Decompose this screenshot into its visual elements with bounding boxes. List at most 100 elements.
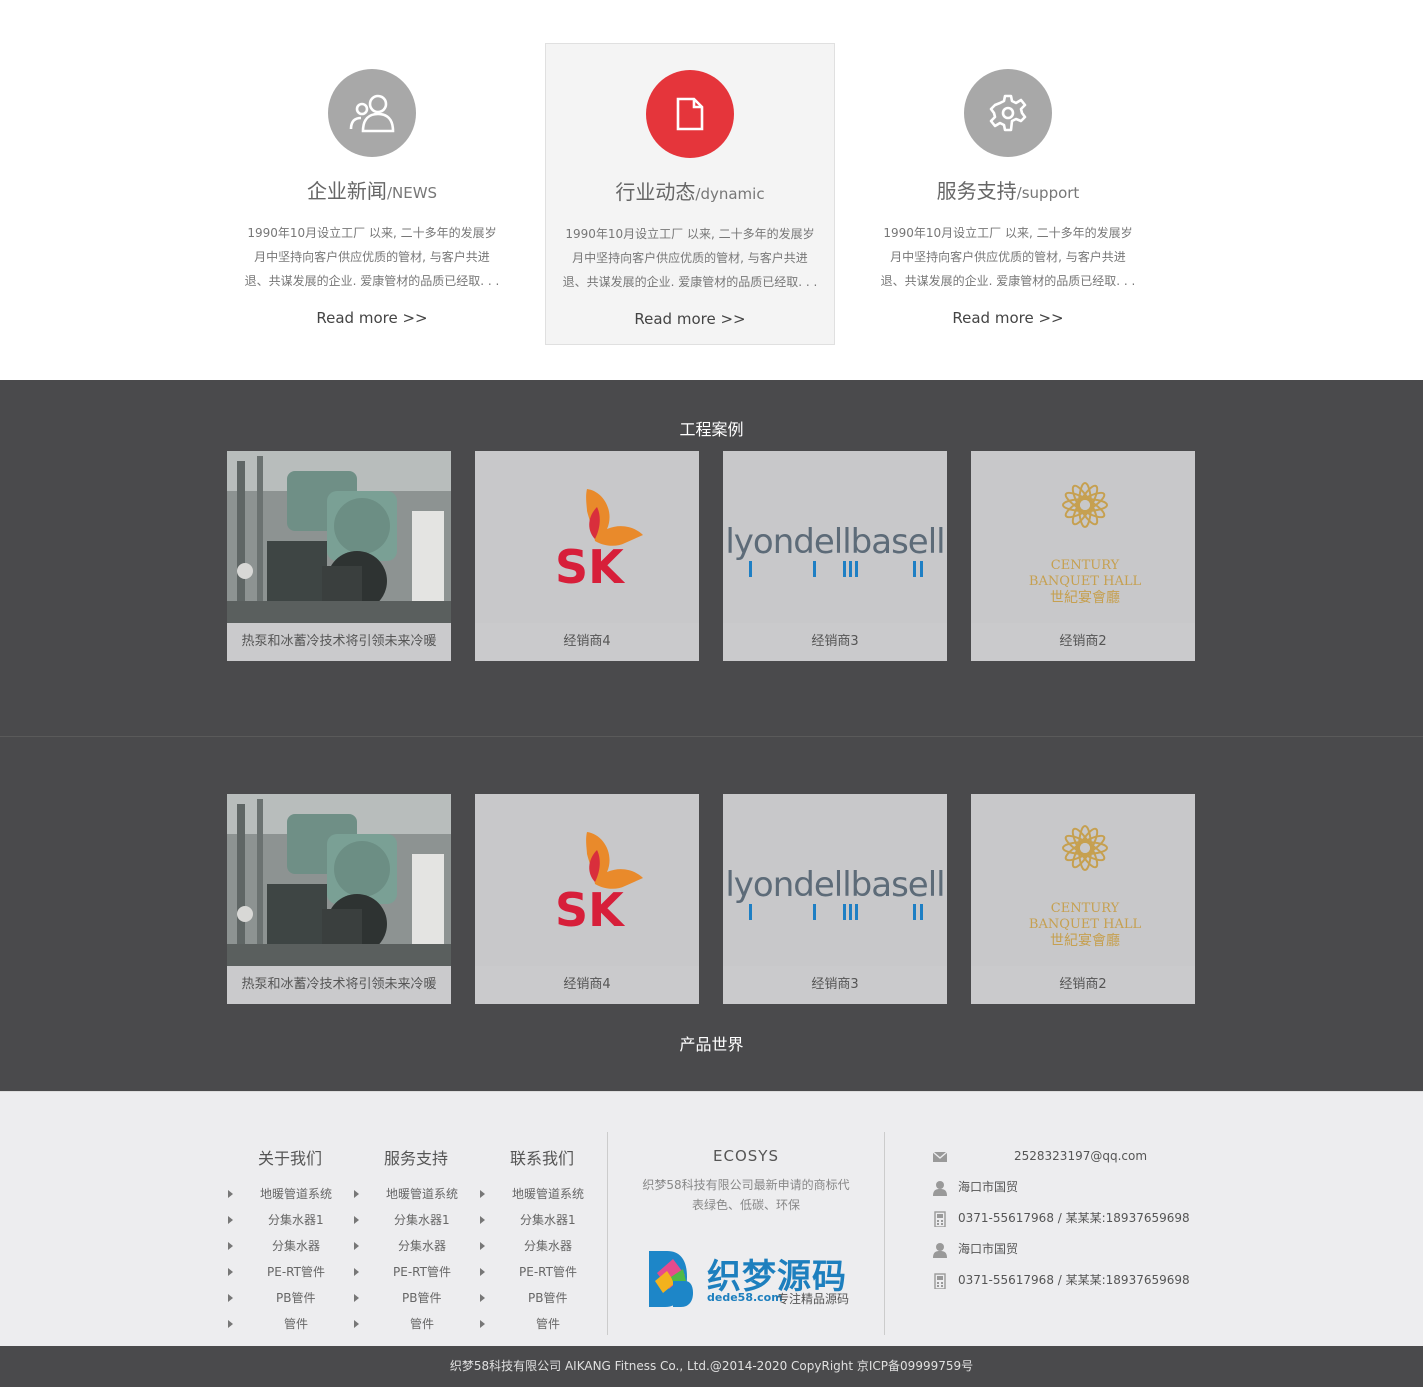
footer-link[interactable]: 分集水器 — [480, 1233, 584, 1259]
banquet-chinese-text: 世紀宴會廳 — [1050, 589, 1120, 606]
triangle-right-icon — [480, 1242, 485, 1250]
lyondellbasell-text: lyondellbasell — [725, 865, 944, 905]
footer-divider — [884, 1132, 885, 1335]
feature-support: 服务支持/support 1990年10月设立工厂 以来, 二十多年的发展岁月中… — [863, 43, 1153, 345]
footer-link[interactable]: PB管件 — [480, 1285, 584, 1311]
features-section: 企业新闻/NEWS 1990年10月设立工厂 以来, 二十多年的发展岁月中坚持向… — [0, 0, 1423, 380]
feature-subtitle: /dynamic — [695, 185, 765, 203]
triangle-right-icon — [354, 1320, 359, 1328]
century-text: CENTURY — [1051, 558, 1120, 573]
footer-link[interactable]: 分集水器 — [354, 1233, 458, 1259]
century-banquet-logo: CENTURY BANQUET HALL 世紀宴會廳 — [971, 794, 1195, 966]
footer: 关于我们 地暖管道系统 分集水器1 分集水器 PE-RT管件 PB管件 管件 服… — [0, 1091, 1423, 1346]
triangle-right-icon — [228, 1320, 233, 1328]
footer-link[interactable]: PE-RT管件 — [228, 1259, 332, 1285]
contact-phone[interactable]: 0371-55617968 / 某某某:18937659698 — [929, 1265, 1190, 1296]
feature-description: 1990年10月设立工厂 以来, 二十多年的发展岁月中坚持向客户供应优质的管材,… — [880, 226, 1136, 288]
footer-column-about: 关于我们 地暖管道系统 分集水器1 分集水器 PE-RT管件 PB管件 管件 — [228, 1092, 332, 1337]
feature-description: 1990年10月设立工厂 以来, 二十多年的发展岁月中坚持向客户供应优质的管材,… — [562, 227, 818, 289]
read-more-link[interactable]: Read more >> — [227, 309, 517, 327]
footer-link[interactable]: 分集水器1 — [354, 1207, 458, 1233]
dede58-logo-tagline: 专注精品源码 — [777, 1292, 850, 1306]
feature-description: 1990年10月设立工厂 以来, 二十多年的发展岁月中坚持向客户供应优质的管材,… — [244, 226, 500, 288]
footer-link[interactable]: 管件 — [354, 1311, 458, 1337]
sk-logo-text: SK — [555, 540, 626, 594]
case-label: 热泵和冰蓄冷技术将引领未来冷暖 — [227, 623, 451, 661]
footer-link[interactable]: 地暖管道系统 — [354, 1181, 458, 1207]
case-label: 经销商2 — [971, 623, 1195, 661]
case-label: 经销商4 — [475, 623, 699, 661]
phone-icon — [934, 1211, 946, 1227]
person-icon — [933, 1181, 947, 1196]
product-card[interactable]: CENTURY BANQUET HALL 世紀宴會廳 经销商2 — [971, 794, 1195, 1004]
feature-title: 服务支持 — [936, 179, 1017, 203]
brand-text: 织梦58科技有限公司最新申请的商标代 表绿色、低碳、环保 — [625, 1175, 867, 1215]
gear-icon[interactable] — [964, 69, 1052, 157]
case-label: 经销商3 — [723, 623, 947, 661]
dede58-logo[interactable]: 织梦源码 dede58.com 专注精品源码 — [647, 1247, 853, 1311]
contact-info: 2528323197@qq.com 海口市国贸 0371-55617968 / … — [929, 1141, 1190, 1296]
case-card[interactable]: lyondellbasell 经销商3 — [723, 451, 947, 661]
footer-column-heading: 联系我们 — [510, 1149, 575, 1168]
brand-heading: ECOSYS — [713, 1147, 779, 1165]
mail-icon — [932, 1151, 948, 1162]
footer-column-heading: 服务支持 — [384, 1149, 449, 1168]
product-card[interactable]: lyondellbasell 经销商3 — [723, 794, 947, 1004]
footer-link[interactable]: PB管件 — [354, 1285, 458, 1311]
contact-phone[interactable]: 0371-55617968 / 某某某:18937659698 — [929, 1203, 1190, 1234]
banquet-chinese-text: 世紀宴會廳 — [1050, 932, 1120, 949]
footer-link[interactable]: 分集水器1 — [480, 1207, 584, 1233]
century-text: CENTURY — [1051, 901, 1120, 916]
cases-title: 工程案例 — [679, 420, 744, 439]
lyondellbasell-logo: lyondellbasell — [723, 794, 947, 966]
triangle-right-icon — [354, 1216, 359, 1224]
footer-column-heading: 关于我们 — [258, 1149, 323, 1168]
product-card[interactable]: SK 经销商4 — [475, 794, 699, 1004]
sk-logo-text: SK — [555, 883, 626, 937]
feature-subtitle: /NEWS — [386, 184, 438, 202]
footer-column-contact: 联系我们 地暖管道系统 分集水器1 分集水器 PE-RT管件 PB管件 管件 — [480, 1092, 584, 1337]
person-icon — [933, 1243, 947, 1258]
machinery-photo — [227, 451, 451, 623]
product-label: 经销商4 — [475, 966, 699, 1004]
footer-link[interactable]: PB管件 — [228, 1285, 332, 1311]
product-label: 经销商3 — [723, 966, 947, 1004]
footer-divider — [607, 1132, 608, 1335]
banquet-hall-text: BANQUET HALL — [1029, 574, 1142, 589]
triangle-right-icon — [228, 1294, 233, 1302]
footer-link[interactable]: PE-RT管件 — [354, 1259, 458, 1285]
dede58-logo-domain: dede58.com — [707, 1291, 783, 1304]
triangle-right-icon — [480, 1320, 485, 1328]
phone-icon — [934, 1273, 946, 1289]
contact-email[interactable]: 2528323197@qq.com — [929, 1141, 1190, 1172]
case-card[interactable]: CENTURY BANQUET HALL 世紀宴會廳 经销商2 — [971, 451, 1195, 661]
case-card[interactable]: SK 经销商4 — [475, 451, 699, 661]
feature-subtitle: /support — [1016, 184, 1080, 202]
read-more-link[interactable]: Read more >> — [863, 309, 1153, 327]
product-label: 热泵和冰蓄冷技术将引领未来冷暖 — [227, 966, 451, 1004]
footer-column-support: 服务支持 地暖管道系统 分集水器1 分集水器 PE-RT管件 PB管件 管件 — [354, 1092, 458, 1337]
triangle-right-icon — [480, 1268, 485, 1276]
footer-link[interactable]: PE-RT管件 — [480, 1259, 584, 1285]
products-title: 产品世界 — [679, 1035, 744, 1054]
users-icon[interactable] — [328, 69, 416, 157]
product-card[interactable]: 热泵和冰蓄冷技术将引领未来冷暖 — [227, 794, 451, 1004]
copyright-bar: 织梦58科技有限公司 AIKANG Fitness Co., Ltd.@2014… — [0, 1346, 1423, 1387]
feature-title: 行业动态 — [615, 180, 696, 204]
footer-link[interactable]: 管件 — [228, 1311, 332, 1337]
triangle-right-icon — [228, 1190, 233, 1198]
footer-link[interactable]: 管件 — [480, 1311, 584, 1337]
triangle-right-icon — [354, 1190, 359, 1198]
document-icon[interactable] — [646, 70, 734, 158]
century-banquet-logo: CENTURY BANQUET HALL 世紀宴會廳 — [971, 451, 1195, 623]
contact-address: 海口市国贸 — [929, 1172, 1190, 1203]
read-more-link[interactable]: Read more >> — [546, 310, 834, 328]
footer-link[interactable]: 地暖管道系统 — [228, 1181, 332, 1207]
case-card[interactable]: 热泵和冰蓄冷技术将引领未来冷暖 — [227, 451, 451, 661]
section-divider — [0, 736, 1423, 737]
footer-link[interactable]: 分集水器1 — [228, 1207, 332, 1233]
triangle-right-icon — [228, 1268, 233, 1276]
footer-link[interactable]: 分集水器 — [228, 1233, 332, 1259]
triangle-right-icon — [480, 1216, 485, 1224]
footer-link[interactable]: 地暖管道系统 — [480, 1181, 584, 1207]
